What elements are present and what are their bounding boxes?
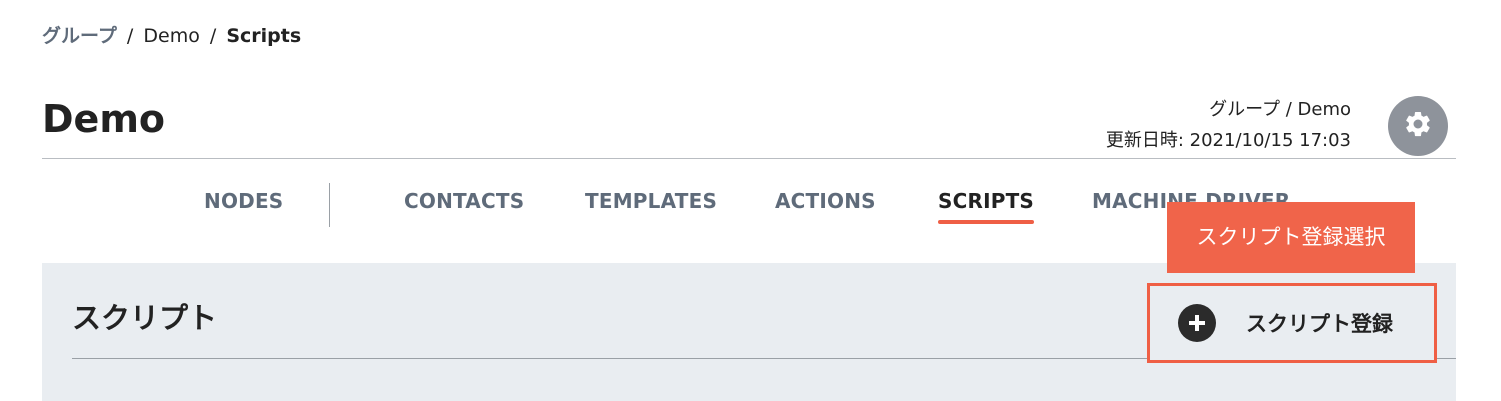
tab-label: NODES xyxy=(204,189,284,213)
page-title: Demo xyxy=(42,97,166,141)
panel-title: スクリプト xyxy=(72,301,218,335)
tab-templates[interactable]: TEMPLATES xyxy=(585,183,717,219)
group-path: グループ / Demo xyxy=(1209,99,1351,120)
tab-nodes[interactable]: NODES xyxy=(204,183,283,219)
tab-label: CONTACTS xyxy=(404,189,525,213)
page: グループ / Demo / Scripts Demo グループ / Demo 更… xyxy=(0,0,1501,401)
tab-divider xyxy=(329,183,330,227)
breadcrumb-separator: / xyxy=(209,25,217,47)
updated-at: 更新日時: 2021/10/15 17:03 xyxy=(1105,130,1351,151)
breadcrumb-project: Demo xyxy=(143,25,200,47)
tooltip: スクリプト登録選択 xyxy=(1167,202,1415,273)
breadcrumb: グループ / Demo / Scripts xyxy=(42,22,301,50)
tab-contacts[interactable]: CONTACTS xyxy=(404,183,524,219)
plus-circle-icon xyxy=(1178,304,1216,342)
header-meta: グループ / Demo 更新日時: 2021/10/15 17:03 xyxy=(1106,94,1351,156)
tab-label: ACTIONS xyxy=(775,189,876,213)
register-script-label: スクリプト登録 xyxy=(1246,312,1393,336)
register-script-button[interactable]: スクリプト登録 xyxy=(1147,283,1437,363)
breadcrumb-current: Scripts xyxy=(226,25,302,47)
tab-label: SCRIPTS xyxy=(938,189,1035,213)
active-tab-indicator xyxy=(938,220,1035,224)
breadcrumb-group-link[interactable]: グループ xyxy=(42,25,117,47)
tab-actions[interactable]: ACTIONS xyxy=(775,183,876,219)
header-divider xyxy=(42,158,1456,159)
settings-button[interactable] xyxy=(1388,96,1448,156)
gear-icon xyxy=(1403,109,1433,143)
tab-scripts[interactable]: SCRIPTS xyxy=(938,183,1035,224)
breadcrumb-separator: / xyxy=(126,25,134,47)
tab-label: TEMPLATES xyxy=(585,189,718,213)
